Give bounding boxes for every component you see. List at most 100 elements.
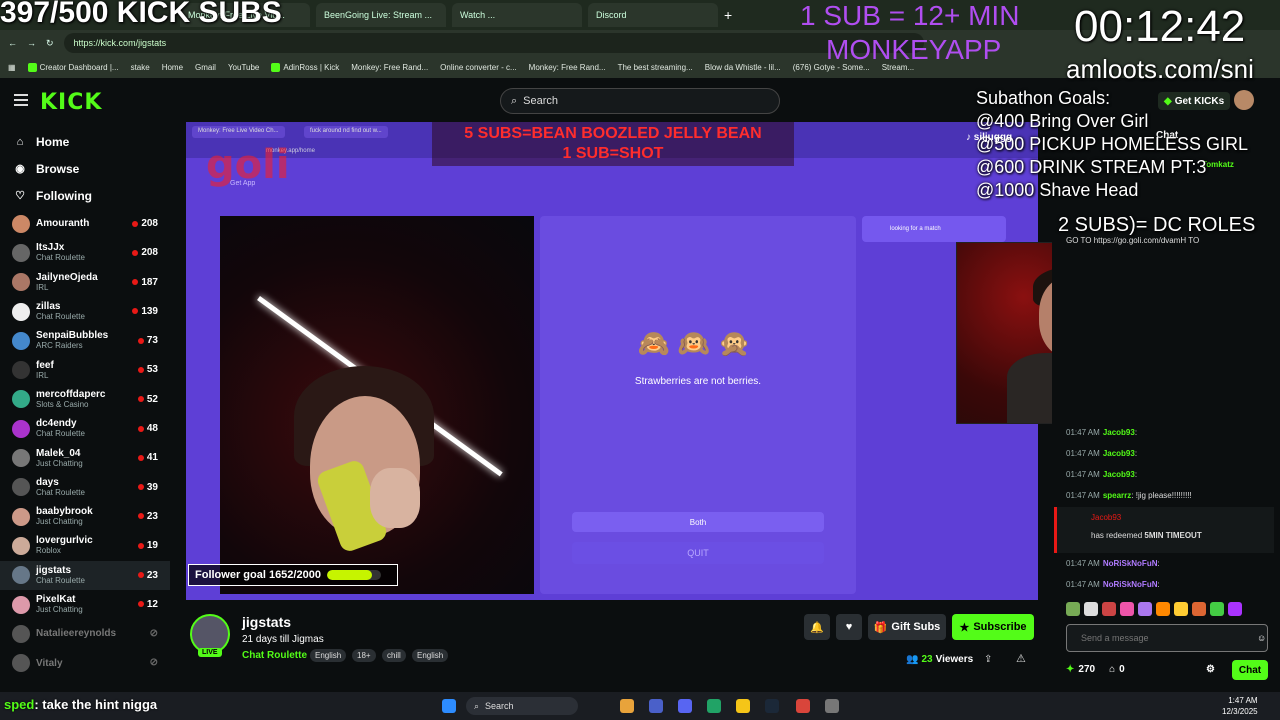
stream-tag[interactable]: chill — [382, 649, 406, 662]
emote-icon[interactable] — [1192, 602, 1206, 616]
forward-icon[interactable]: → — [27, 38, 36, 48]
folder-icon[interactable] — [736, 699, 750, 713]
channel-viewer-count: 19 — [146, 540, 158, 552]
emote-icon[interactable] — [1084, 602, 1098, 616]
bookmark[interactable]: AdinRoss | Kick — [271, 62, 339, 72]
chat-message-field[interactable] — [1081, 633, 1251, 643]
emote-icon[interactable] — [1210, 602, 1224, 616]
live-dot-icon — [137, 513, 144, 520]
emote-icon[interactable] — [1228, 602, 1242, 616]
video-person-hand — [370, 468, 420, 528]
sidebar-channel[interactable]: feef IRL 53 — [0, 355, 170, 384]
bookmark[interactable]: Blow da Whistle - lil... — [705, 63, 781, 72]
taskbar-clock[interactable]: 1:47 AM 12/3/2025 — [1222, 695, 1258, 717]
follow-heart-icon[interactable]: ♥ — [836, 614, 862, 640]
reload-icon[interactable]: ↻ — [46, 38, 54, 49]
video-player[interactable]: Monkey: Free Live Video Ch... fuck aroun… — [186, 122, 1038, 600]
channel-avatar — [12, 595, 30, 614]
emoji-icon[interactable]: ☺ — [1257, 633, 1266, 643]
bookmark[interactable]: YouTube — [228, 63, 259, 72]
channel-viewers: 19 — [137, 540, 158, 552]
sidebar-channel[interactable]: baabybrook Just Chatting 23 — [0, 502, 170, 531]
chat-username[interactable]: Jacob93 — [1103, 428, 1135, 437]
settings-gear-icon[interactable]: ⚙ — [1206, 664, 1215, 675]
emote-icon[interactable] — [1066, 602, 1080, 616]
sidebar-channel[interactable]: zillas Chat Roulette 139 — [0, 297, 170, 326]
emote-icon[interactable] — [1156, 602, 1170, 616]
sidebar-channel[interactable]: Malek_04 Just Chatting 41 — [0, 443, 170, 472]
sidebar-channel[interactable]: ItsJJx Chat Roulette 208 — [0, 238, 170, 267]
stream-category[interactable]: Chat Roulette — [242, 650, 307, 661]
sidebar-channel[interactable]: Natalieereynolds ⊘ — [0, 619, 170, 648]
nav-browse[interactable]: ◉ Browse — [0, 155, 170, 182]
share-icon[interactable]: ⇪ — [984, 654, 992, 665]
sidebar-channel[interactable]: JailyneOjeda IRL 187 — [0, 268, 170, 297]
discord-icon[interactable] — [678, 699, 692, 713]
emote-icon[interactable] — [1120, 602, 1134, 616]
emote-icon[interactable] — [1102, 602, 1116, 616]
chat-username[interactable]: Jacob93 — [1103, 470, 1135, 479]
browser-tab[interactable]: Discord — [588, 3, 718, 27]
menu-icon[interactable] — [14, 94, 28, 106]
new-tab-icon[interactable]: + — [724, 7, 732, 23]
nav-label: Home — [36, 134, 70, 149]
stream-tag[interactable]: English — [412, 649, 449, 662]
sidebar-channel[interactable]: days Chat Roulette 39 — [0, 473, 170, 502]
notification-bell-icon[interactable]: 🔔 — [804, 614, 830, 640]
app-icon[interactable] — [707, 699, 721, 713]
kick-logo[interactable]: KICK — [40, 90, 102, 115]
bookmark[interactable]: Creator Dashboard |... — [27, 62, 119, 72]
back-icon[interactable]: ← — [8, 38, 17, 48]
nav-home[interactable]: ⌂ Home — [0, 128, 170, 155]
chrome-icon[interactable] — [796, 699, 810, 713]
settings-gear-icon[interactable] — [825, 699, 839, 713]
chat-input[interactable]: ☺ — [1066, 624, 1268, 652]
emote-icon[interactable] — [1174, 602, 1188, 616]
subscribe-button[interactable]: ★ Subscribe — [952, 614, 1034, 640]
chat-username[interactable]: Jacob93 — [1103, 449, 1135, 458]
streamer-name[interactable]: jigstats — [242, 614, 291, 630]
browse-icon: ◉ — [15, 163, 25, 175]
browser-tab[interactable]: Watch ... — [452, 3, 582, 27]
sidebar-channel[interactable]: Vitaly ⊘ — [0, 648, 170, 677]
bookmark[interactable]: Monkey: Free Rand... — [351, 63, 428, 72]
both-button[interactable]: Both — [572, 512, 824, 532]
url-input[interactable]: https://kick.com/jigstats — [63, 33, 924, 53]
sidebar-channel[interactable]: Amouranth 208 — [0, 209, 170, 238]
search-input[interactable]: ⌕ Search — [500, 88, 780, 114]
gift-subs-button[interactable]: 🎁 Gift Subs — [868, 614, 946, 640]
steam-icon[interactable] — [765, 699, 779, 713]
sidebar-channel[interactable]: lovergurlvic Roblox 19 — [0, 531, 170, 560]
stream-tag[interactable]: 18+ — [352, 649, 376, 662]
quit-button[interactable]: QUIT — [572, 542, 824, 564]
app-icon[interactable] — [649, 699, 663, 713]
chat-username[interactable]: NoRiSkNoFuN — [1103, 580, 1158, 589]
chat-username[interactable]: NoRiSkNoFuN — [1103, 559, 1158, 568]
emote-icon[interactable] — [1138, 602, 1152, 616]
chat-panel: Chat Tomkatz GO TO https://go.goli.com/d… — [1052, 122, 1280, 682]
sidebar-channel[interactable]: SenpaiBubbles ARC Raiders 73 — [0, 326, 170, 355]
get-app-link: Get App — [230, 180, 256, 187]
cart-icon[interactable]: ⌂ — [1109, 664, 1115, 675]
bookmark[interactable]: Home — [162, 63, 183, 72]
apps-icon[interactable]: ▦ — [8, 63, 16, 72]
bookmark[interactable]: The best streaming... — [618, 63, 693, 72]
report-icon[interactable]: ⚠ — [1016, 652, 1026, 665]
sidebar-channel[interactable]: mercoffdaperc Slots & Casino 52 — [0, 385, 170, 414]
windows-start-icon[interactable] — [442, 699, 456, 713]
sidebar-channel[interactable]: PixelKat Just Chatting 12 — [0, 590, 170, 619]
nav-following[interactable]: ♡ Following — [0, 182, 170, 209]
sidebar-channel[interactable]: dc4endy Chat Roulette 48 — [0, 414, 170, 443]
sidebar-channel[interactable]: jigstats Chat Roulette 23 — [0, 560, 170, 590]
taskbar-search[interactable]: ⌕ Search — [466, 697, 578, 715]
browser-tab[interactable]: BeenGoing Live: Stream ... — [316, 3, 446, 27]
bookmark[interactable]: stake — [131, 63, 150, 72]
chat-username[interactable]: spearrz — [1103, 491, 1131, 500]
chat-send-button[interactable]: Chat — [1232, 660, 1268, 680]
channel-category: Chat Roulette — [36, 312, 85, 322]
bookmark[interactable]: Online converter - c... — [440, 63, 516, 72]
chrome-icon[interactable] — [620, 699, 634, 713]
stream-tag[interactable]: English — [310, 649, 347, 662]
bookmark[interactable]: Monkey: Free Rand... — [529, 63, 606, 72]
bookmark[interactable]: Gmail — [195, 63, 216, 72]
